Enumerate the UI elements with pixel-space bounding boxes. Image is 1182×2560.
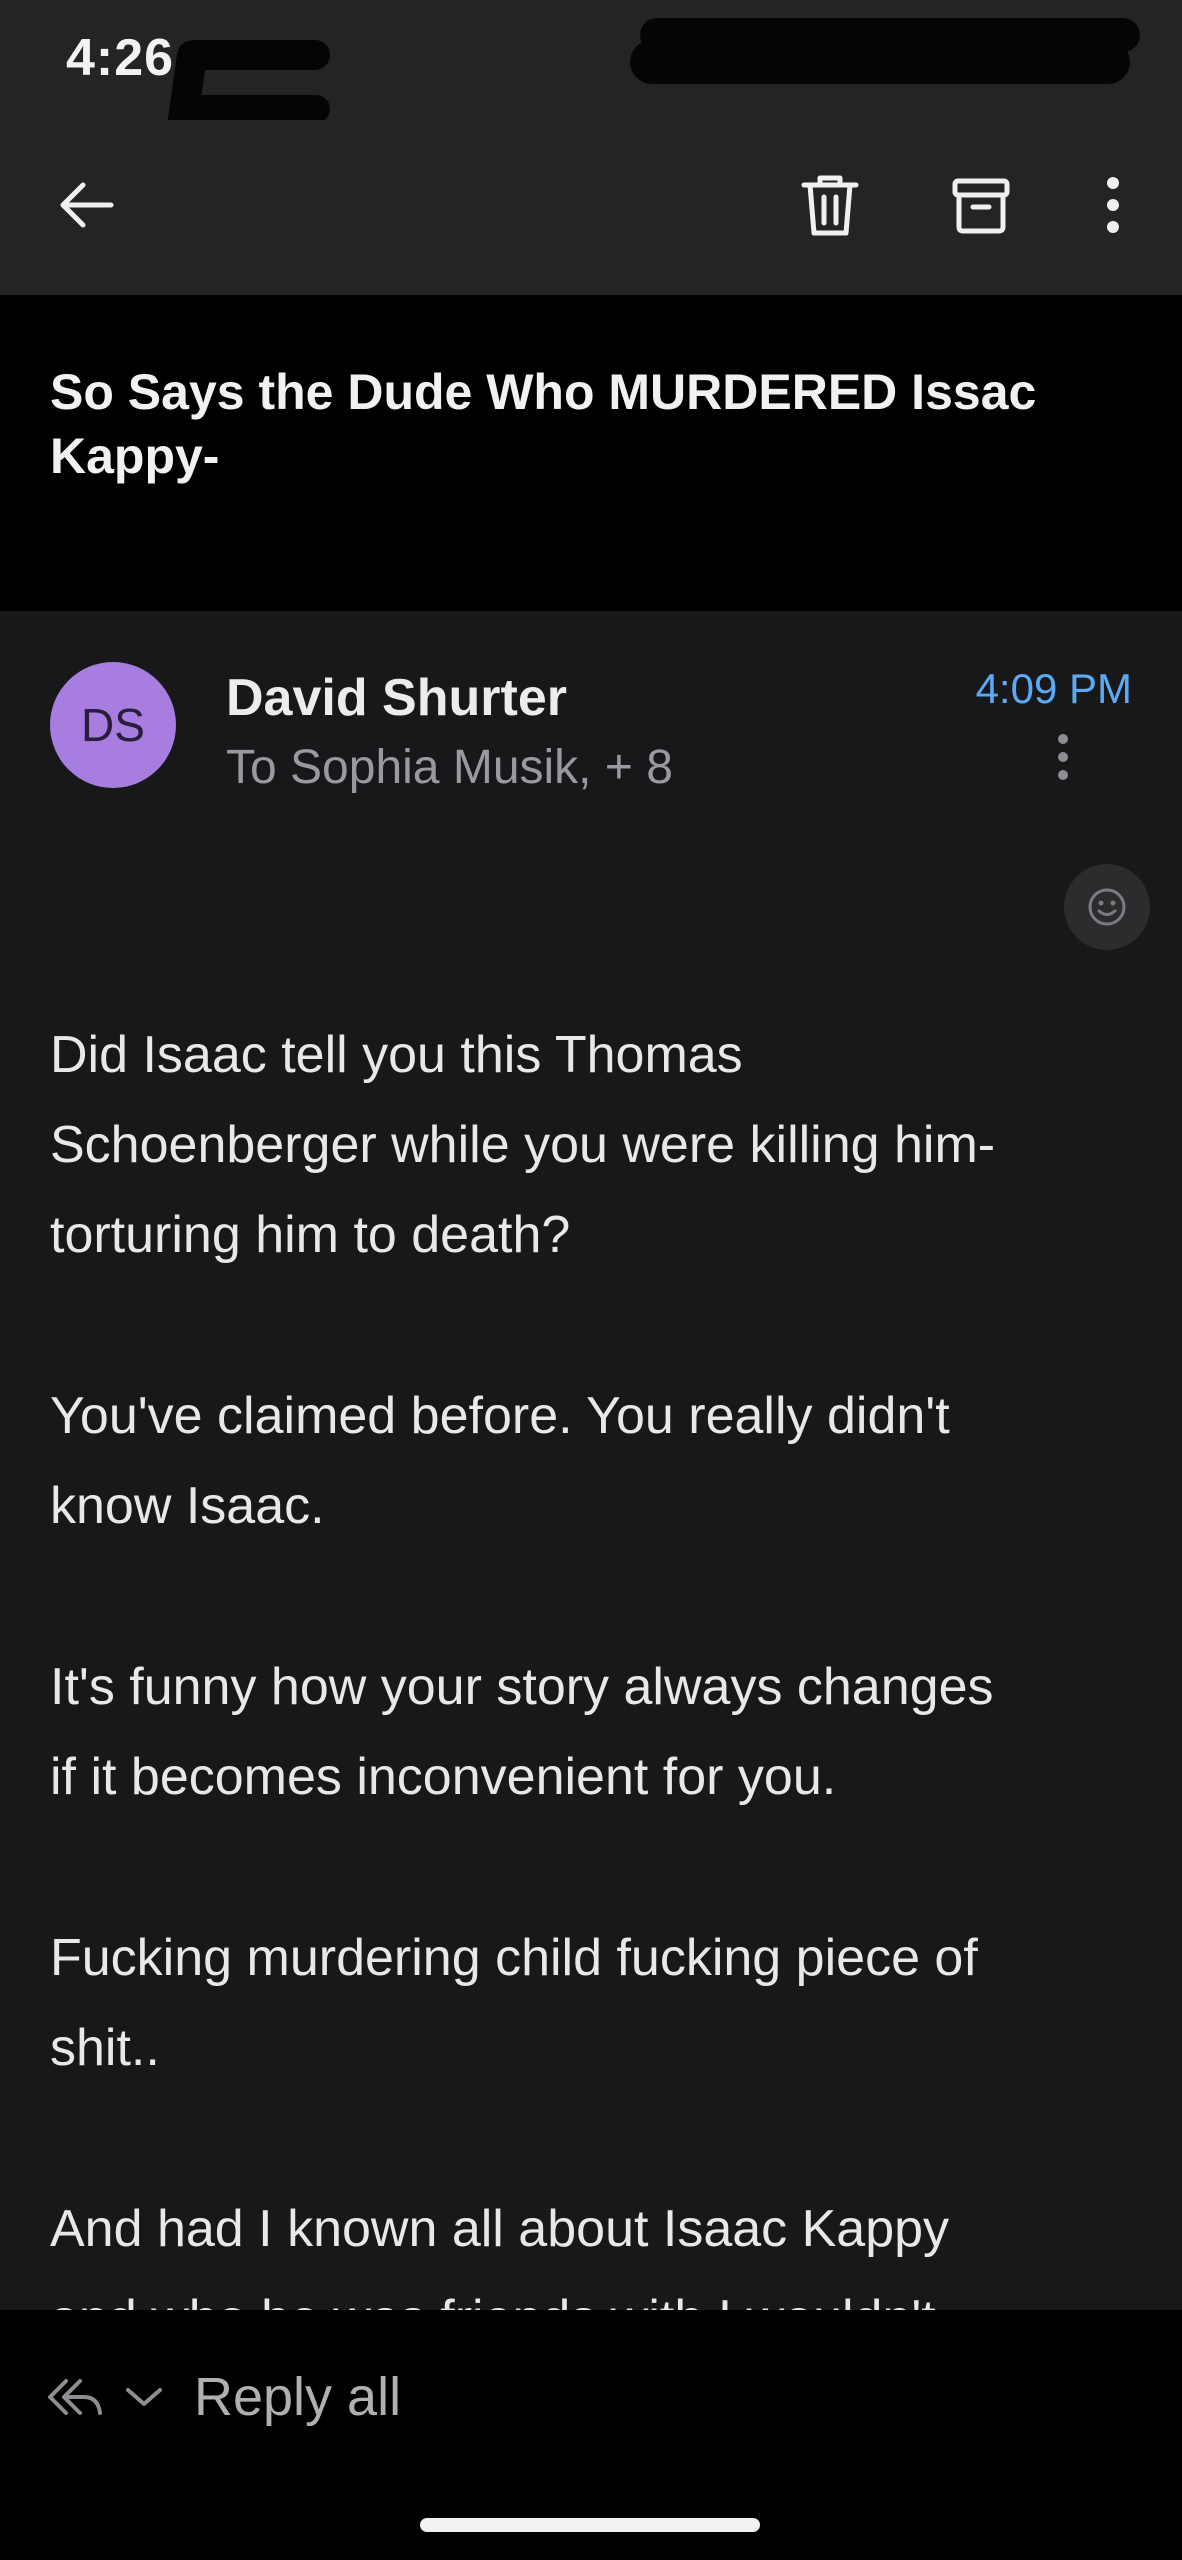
redaction-mark	[180, 40, 330, 70]
delete-button[interactable]	[785, 160, 875, 250]
arrow-left-icon	[60, 182, 114, 228]
avatar[interactable]: DS	[50, 662, 176, 788]
message-more-button[interactable]	[1040, 725, 1090, 795]
status-time: 4:26	[66, 29, 175, 87]
chevron-down-icon[interactable]	[122, 2382, 166, 2412]
archive-icon	[952, 178, 1010, 234]
email-view-screen: 4:26 So Says the Dude Who MURDERED Issac…	[0, 0, 1182, 2560]
email-body: Did Isaac tell you this Thomas Schoenber…	[50, 1010, 1140, 2310]
archive-button[interactable]	[936, 160, 1026, 250]
more-vertical-icon	[1107, 177, 1119, 233]
trash-icon	[801, 175, 859, 236]
back-button[interactable]	[42, 160, 132, 250]
redaction-mark	[630, 40, 1130, 84]
status-bar: 4:26	[0, 0, 1182, 172]
reply-all-button[interactable]: Reply all	[44, 2366, 401, 2428]
body-paragraph: It's funny how your story always changes…	[50, 1658, 994, 1806]
sender-name[interactable]: David Shurter	[226, 668, 567, 728]
more-vertical-icon	[1058, 734, 1068, 780]
body-paragraph: Fucking murdering child fucking piece of…	[50, 1929, 978, 2077]
body-paragraph: You've claimed before. You really didn't…	[50, 1387, 950, 1535]
more-options-button[interactable]	[1068, 160, 1158, 250]
add-reaction-button[interactable]	[1064, 864, 1150, 950]
body-paragraph: And had I known all about Isaac Kappy an…	[50, 2200, 950, 2310]
message-time: 4:09 PM	[975, 665, 1132, 712]
redaction-mark	[180, 95, 330, 123]
body-paragraph: Did Isaac tell you this Thomas Schoenber…	[50, 1026, 996, 1264]
reply-all-label: Reply all	[194, 2367, 402, 2427]
bottom-reply-bar: Reply all	[0, 2310, 1182, 2560]
email-subject: So Says the Dude Who MURDERED Issac Kapp…	[50, 364, 1037, 484]
recipients-summary[interactable]: To Sophia Musik, + 8	[226, 740, 673, 795]
top-toolbar	[0, 120, 1182, 295]
home-indicator[interactable]	[420, 2518, 760, 2532]
smiley-icon	[1088, 888, 1126, 926]
reply-all-icon	[48, 2379, 102, 2415]
